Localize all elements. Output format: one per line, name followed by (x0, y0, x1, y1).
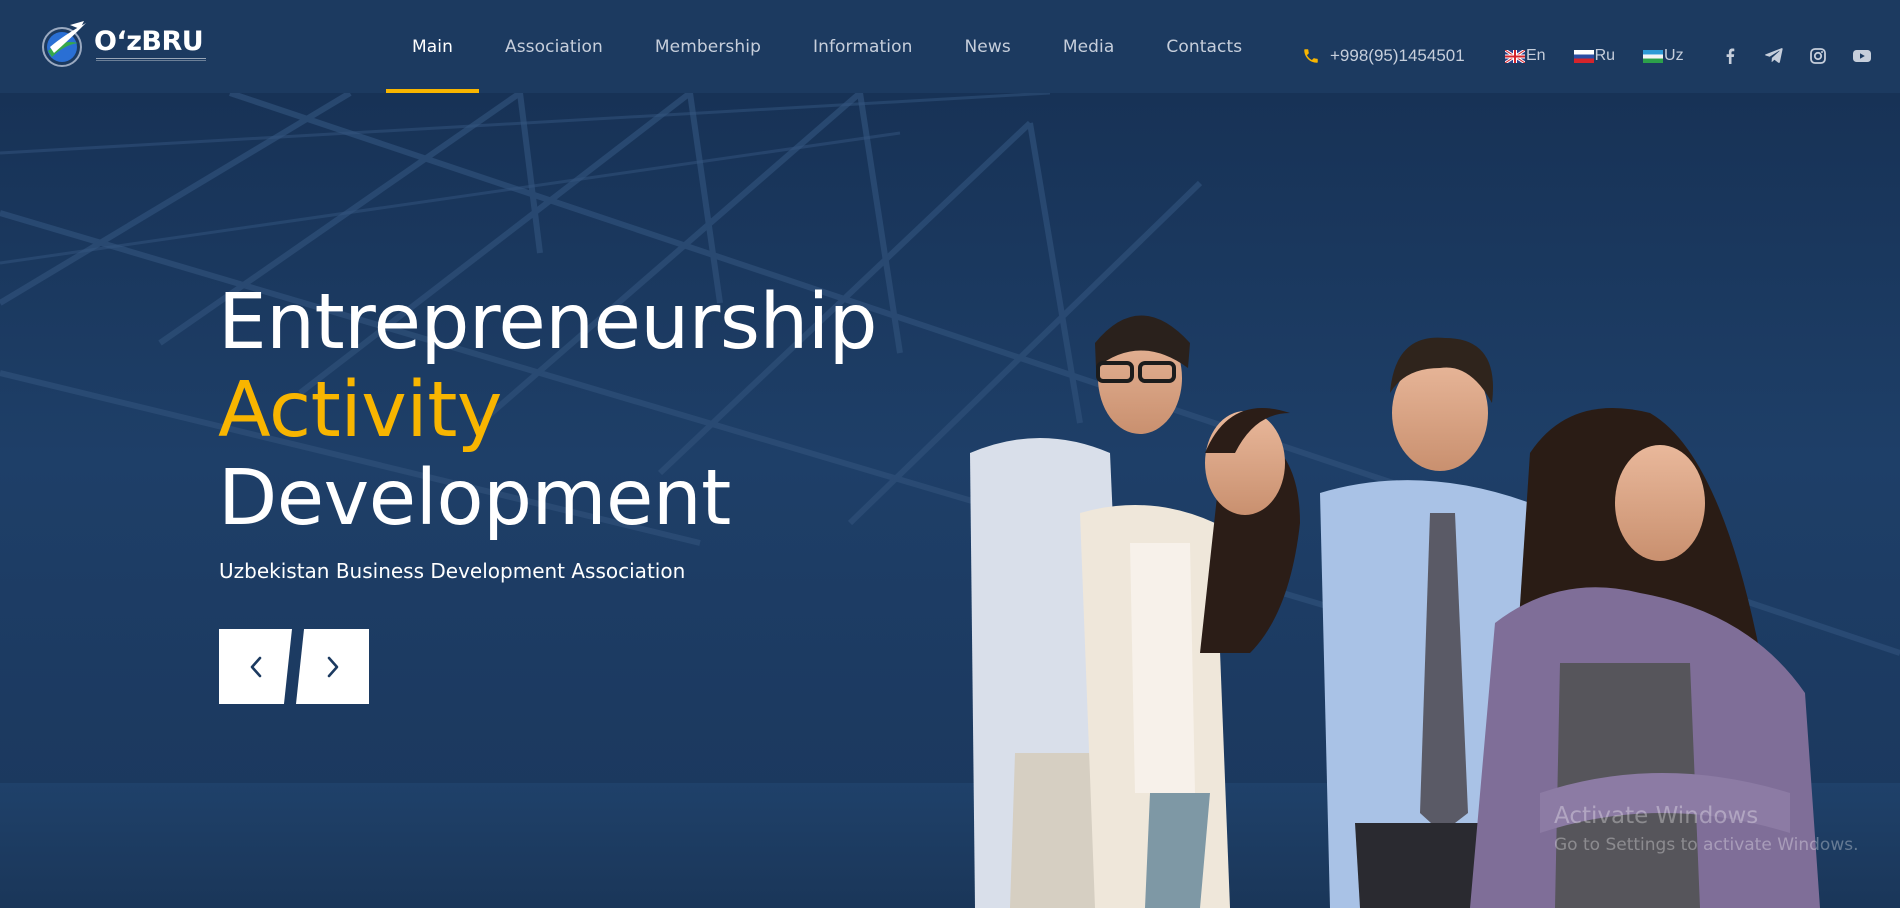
phone-contact[interactable]: +998(95)1454501 (1302, 44, 1465, 68)
activate-windows-watermark: Activate Windows Go to Settings to activ… (1554, 803, 1859, 855)
language-ru-label: Ru (1594, 47, 1616, 64)
telegram-icon[interactable] (1762, 44, 1786, 68)
nav-item-information[interactable]: Information (787, 0, 939, 93)
watermark-message: Go to Settings to activate Windows. (1554, 835, 1859, 855)
language-en-label: En (1526, 47, 1546, 64)
uzbekistan-flag-icon (1643, 49, 1664, 63)
hero-title-line-3: Development (218, 454, 731, 543)
language-uz[interactable]: Uz (1643, 47, 1684, 65)
site-logo[interactable]: O‘zBRU (40, 20, 206, 70)
hero-slider: Entrepreneurship Activity Development Uz… (0, 93, 1900, 908)
hero-title-line-2: Activity (218, 366, 502, 455)
nav-item-membership[interactable]: Membership (629, 0, 787, 93)
site-header: O‘zBRU Main Association Membership Infor… (0, 0, 1900, 93)
russia-flag-icon (1573, 49, 1594, 63)
main-navigation: Main Association Membership Information … (386, 0, 1268, 93)
instagram-icon[interactable] (1806, 44, 1830, 68)
language-en[interactable]: En (1505, 47, 1546, 65)
nav-item-association[interactable]: Association (479, 0, 629, 93)
slider-next-button[interactable] (296, 629, 369, 704)
nav-item-contacts[interactable]: Contacts (1140, 0, 1268, 93)
uk-flag-icon (1505, 49, 1525, 63)
hero-title-line-1: Entrepreneurship (218, 278, 878, 367)
nav-item-media[interactable]: Media (1037, 0, 1141, 93)
logo-tagline-lines (96, 58, 206, 61)
language-switcher: En Ru Uz (1505, 44, 1712, 68)
youtube-icon[interactable] (1850, 44, 1874, 68)
language-uz-label: Uz (1664, 47, 1684, 64)
chevron-right-icon (327, 656, 338, 677)
slider-prev-button[interactable] (219, 629, 292, 704)
phone-icon (1304, 49, 1318, 63)
chevron-left-icon (250, 656, 261, 677)
facebook-icon[interactable] (1718, 44, 1742, 68)
social-links (1718, 44, 1894, 68)
logo-emblem-icon (42, 21, 86, 67)
logo-text: O‘zBRU (94, 26, 204, 57)
language-ru[interactable]: Ru (1573, 47, 1616, 65)
slider-controls (219, 629, 369, 704)
nav-item-main[interactable]: Main (386, 0, 479, 93)
hero-subtitle: Uzbekistan Business Development Associat… (219, 559, 686, 583)
watermark-title: Activate Windows (1554, 803, 1759, 829)
nav-item-news[interactable]: News (938, 0, 1036, 93)
phone-number: +998(95)1454501 (1330, 46, 1465, 65)
